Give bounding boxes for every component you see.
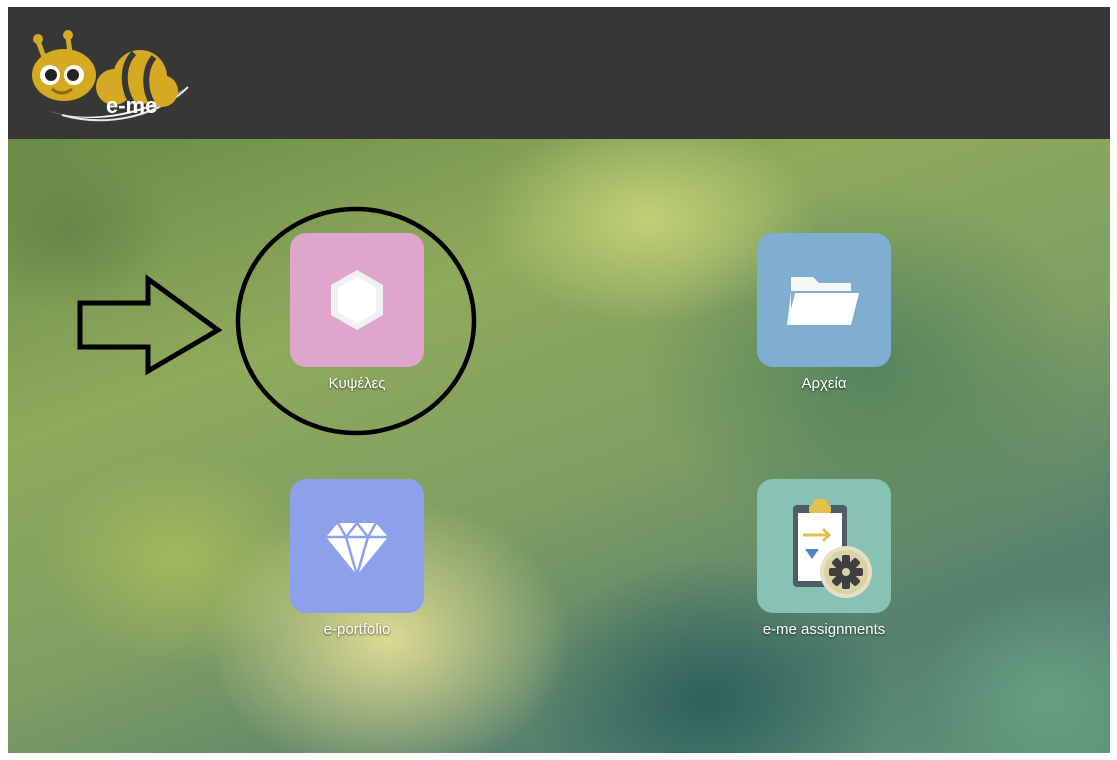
app-tile-files[interactable]: Αρχεία xyxy=(724,233,924,433)
app-label-assignments[interactable]: e-me assignments xyxy=(724,621,924,638)
folder-icon xyxy=(787,277,859,325)
app-tile-eportfolio-box[interactable] xyxy=(290,479,424,613)
e-me-logo[interactable]: e-me xyxy=(22,17,192,129)
app-tile-assignments-box[interactable] xyxy=(757,479,891,613)
app-label-kypseles[interactable]: Κυψέλες xyxy=(257,375,457,392)
diamond-icon xyxy=(326,520,388,580)
logo-text: e-me xyxy=(106,93,157,118)
bee-logo-icon: e-me xyxy=(32,30,189,122)
app-tile-kypseles[interactable]: Κυψέλες xyxy=(257,233,457,433)
app-tile-kypseles-box[interactable] xyxy=(290,233,424,367)
app-tile-eportfolio[interactable]: e-portfolio xyxy=(257,479,457,679)
app-tile-assignments[interactable]: e-me assignments xyxy=(724,479,924,679)
app-label-files[interactable]: Αρχεία xyxy=(724,375,924,392)
app-window: e-me Κυψέλες Αρχεία e-portfolio e-me ass… xyxy=(8,7,1110,753)
app-label-eportfolio[interactable]: e-portfolio xyxy=(257,621,457,638)
hexagon-icon xyxy=(331,270,383,330)
app-tile-files-box[interactable] xyxy=(757,233,891,367)
clipboard-gear-icon xyxy=(793,499,872,598)
desktop-area: Κυψέλες Αρχεία e-portfolio e-me assignme… xyxy=(8,139,1110,753)
top-bar: e-me xyxy=(8,7,1110,139)
